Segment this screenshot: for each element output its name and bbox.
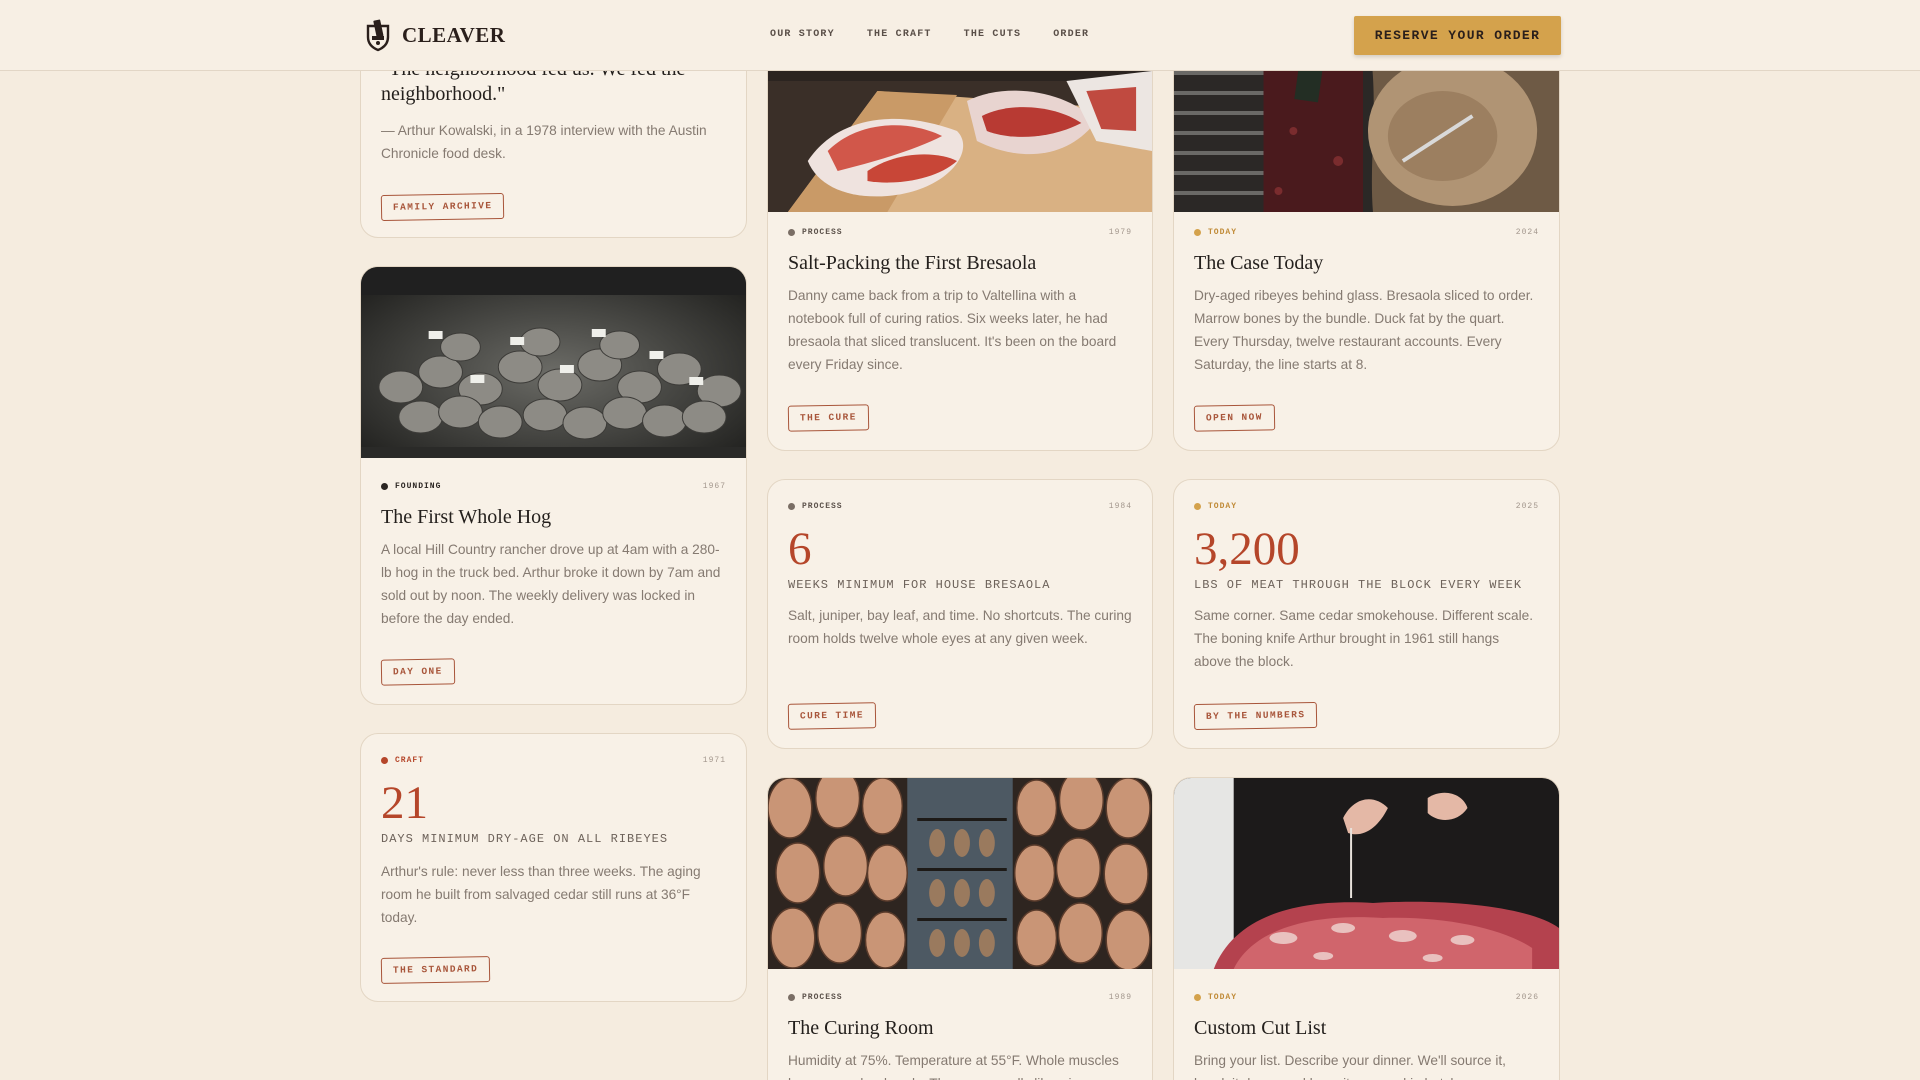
card-meta: CRAFT 1971 [381, 756, 726, 765]
year-label: 2024 [1515, 228, 1539, 237]
tag-open-now[interactable]: OPEN NOW [1193, 404, 1276, 432]
craft-dot-icon [381, 757, 388, 764]
card-body: A local Hill Country rancher drove up at… [381, 542, 721, 626]
tag-cure-time[interactable]: CURE TIME [787, 702, 877, 730]
stat-number: 21 [381, 777, 428, 829]
year-label: 1989 [1108, 993, 1132, 1002]
card-title: Custom Cut List [1194, 1017, 1327, 1039]
curing-room-photo [768, 778, 1152, 969]
story-card-first-hog[interactable]: FOUNDING 1967 The First Whole Hog A loca… [360, 266, 747, 705]
nav-our-story[interactable]: OUR STORY [770, 29, 835, 40]
card-body: Same corner. Same cedar smokehouse. Diff… [1194, 608, 1534, 669]
nav-order[interactable]: ORDER [1053, 29, 1089, 40]
category-label: TODAY [1208, 228, 1238, 237]
year-label: 1979 [1108, 228, 1132, 237]
process-dot-icon [788, 994, 795, 1001]
tag-day-one[interactable]: DAY ONE [380, 658, 455, 686]
card-meta: TODAY 2025 [1194, 502, 1539, 511]
card-meta: PROCESS 1979 [788, 228, 1132, 237]
story-card-custom-cut[interactable]: TODAY 2026 Custom Cut List Bring your li… [1173, 777, 1560, 1080]
cleaver-shield-icon [366, 19, 390, 52]
card-meta: PROCESS 1984 [788, 502, 1132, 511]
today-dot-icon [1194, 994, 1201, 1001]
card-body: Bring your list. Describe your dinner. W… [1194, 1053, 1512, 1080]
stat-number: 6 [788, 523, 812, 575]
stat-label: DAYS MINIMUM DRY-AGE ON ALL RIBEYES [381, 832, 669, 846]
stat-number: 3,200 [1194, 523, 1300, 575]
card-meta: PROCESS 1989 [788, 993, 1132, 1002]
nav-the-cuts[interactable]: THE CUTS [964, 29, 1022, 40]
story-card-bresaola[interactable]: PROCESS 1979 Salt-Packing the First Bres… [767, 20, 1153, 451]
site-header: CLEAVER OUR STORY THE CRAFT THE CUTS ORD… [0, 0, 1920, 71]
today-dot-icon [1194, 503, 1201, 510]
reserve-order-button[interactable]: RESERVE YOUR ORDER [1354, 16, 1561, 55]
card-body: Arthur's rule: never less than three wee… [381, 864, 701, 925]
story-card-curing-room[interactable]: PROCESS 1989 The Curing Room Humidity at… [767, 777, 1153, 1080]
card-title: The Curing Room [788, 1017, 934, 1039]
year-label: 2025 [1515, 502, 1539, 511]
card-title: Salt-Packing the First Bresaola [788, 252, 1037, 274]
stat-card-cure-time[interactable]: PROCESS 1984 6 WEEKS MINIMUM FOR HOUSE B… [767, 479, 1153, 749]
card-body: Humidity at 75%. Temperature at 55°F. Wh… [788, 1053, 1119, 1080]
category-label: FOUNDING [395, 482, 442, 491]
stat-label: LBS OF MEAT THROUGH THE BLOCK EVERY WEEK [1194, 578, 1523, 592]
category-label: TODAY [1208, 993, 1238, 1002]
year-label: 2026 [1515, 993, 1539, 1002]
hog-photo [361, 267, 746, 458]
card-body: Dry-aged ribeyes behind glass. Bresaola … [1194, 288, 1534, 372]
card-body: Salt, juniper, bay leaf, and time. No sh… [788, 608, 1132, 646]
card-body: Danny came back from a trip to Valtellin… [788, 288, 1117, 372]
founding-dot-icon [381, 483, 388, 490]
category-label: PROCESS [802, 228, 843, 237]
category-label: TODAY [1208, 502, 1238, 511]
card-title: The First Whole Hog [381, 506, 552, 528]
category-label: CRAFT [395, 756, 425, 765]
stat-card-dry-age[interactable]: CRAFT 1971 21 DAYS MINIMUM DRY-AGE ON AL… [360, 733, 747, 1002]
year-label: 1984 [1108, 502, 1132, 511]
brand-name: CLEAVER [402, 23, 506, 47]
process-dot-icon [788, 229, 795, 236]
tag-the-standard[interactable]: THE STANDARD [380, 956, 491, 984]
process-dot-icon [788, 503, 795, 510]
category-label: PROCESS [802, 502, 843, 511]
card-title: The Case Today [1194, 252, 1324, 274]
tag-family-archive[interactable]: FAMILY ARCHIVE [380, 192, 505, 222]
butcher-cutting-photo [1174, 778, 1559, 969]
card-meta: FOUNDING 1967 [381, 482, 726, 491]
today-dot-icon [1194, 229, 1201, 236]
stat-label: WEEKS MINIMUM FOR HOUSE BRESAOLA [788, 578, 1051, 592]
card-meta: TODAY 2026 [1194, 993, 1539, 1002]
main-nav: OUR STORY THE CRAFT THE CUTS ORDER [770, 29, 1089, 40]
tag-the-cure[interactable]: THE CURE [787, 404, 870, 432]
year-label: 1971 [702, 756, 726, 765]
stat-card-numbers[interactable]: TODAY 2025 3,200 LBS OF MEAT THROUGH THE… [1173, 479, 1560, 749]
quote-attribution: — Arthur Kowalski, in a 1978 interview w… [381, 123, 707, 161]
nav-the-craft[interactable]: THE CRAFT [867, 29, 932, 40]
year-label: 1967 [702, 482, 726, 491]
tag-by-the-numbers[interactable]: BY THE NUMBERS [1193, 701, 1318, 731]
category-label: PROCESS [802, 993, 843, 1002]
card-meta: TODAY 2024 [1194, 228, 1539, 237]
brand-logo[interactable]: CLEAVER [364, 19, 505, 52]
story-card-case-today[interactable]: TODAY 2024 The Case Today Dry-aged ribey… [1173, 20, 1560, 451]
